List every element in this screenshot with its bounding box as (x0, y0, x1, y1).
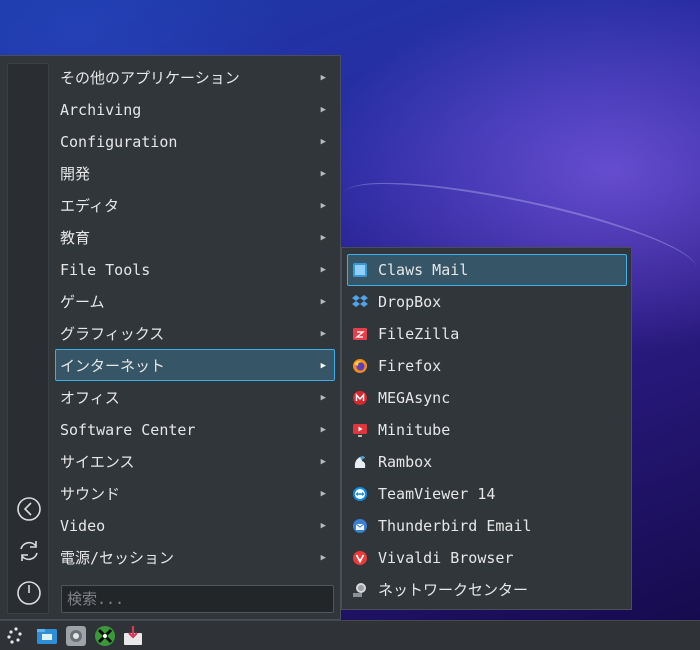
app-item-label: Vivaldi Browser (378, 549, 514, 567)
filezilla-icon (352, 326, 368, 342)
menu-item-label: インターネット (60, 357, 166, 375)
menu-item-label: 教育 (60, 229, 91, 247)
menu-item-editors[interactable]: エディタ ▶ (55, 189, 335, 221)
dropbox-icon (352, 294, 368, 310)
menu-item-video[interactable]: Video ▶ (55, 509, 335, 541)
app-item-label: ネットワークセンター (378, 581, 529, 599)
menu-item-sound[interactable]: サウンド ▶ (55, 477, 335, 509)
menu-item-power-session[interactable]: 電源/セッション ▶ (55, 541, 335, 573)
refresh-icon[interactable] (16, 538, 42, 564)
menu-item-label: 開発 (60, 165, 91, 183)
menu-item-label: Configuration (60, 133, 178, 151)
app-item-dropbox[interactable]: DropBox (347, 286, 627, 318)
minitube-icon (352, 422, 368, 438)
category-list: その他のアプリケーション ▶ Archiving ▶ Configuration ▶ … (55, 61, 335, 573)
menu-item-office[interactable]: オフィス ▶ (55, 381, 335, 413)
menu-item-other-applications[interactable]: その他のアプリケーション ▶ (55, 61, 335, 93)
menu-item-label: エディタ (60, 197, 119, 215)
menu-item-label: File Tools (60, 261, 151, 279)
chevron-right-icon: ▶ (320, 329, 326, 339)
menu-item-label: オフィス (60, 389, 120, 407)
rambox-icon (352, 454, 368, 470)
menu-item-label: サウンド (60, 485, 121, 503)
app-item-label: Claws Mail (378, 261, 469, 279)
app-item-filezilla[interactable]: FileZilla (347, 318, 627, 350)
app-item-label: DropBox (378, 293, 442, 311)
chevron-right-icon: ▶ (320, 425, 326, 435)
app-item-rambox[interactable]: Rambox (347, 446, 627, 478)
xfburn-icon[interactable] (94, 625, 116, 647)
chevron-right-icon: ▶ (320, 457, 326, 467)
menu-item-internet[interactable]: インターネット ▶ (55, 349, 335, 381)
menu-item-label: 電源/セッション (60, 549, 175, 567)
menu-item-label: Video (60, 517, 106, 535)
claws-mail-icon (352, 262, 368, 278)
chevron-right-icon: ▶ (320, 137, 326, 147)
menu-item-graphics[interactable]: グラフィックス ▶ (55, 317, 335, 349)
settings-icon[interactable] (65, 625, 87, 647)
chevron-right-icon: ▶ (320, 265, 326, 275)
network-center-icon (352, 582, 368, 598)
menu-item-science[interactable]: サイエンス ▶ (55, 445, 335, 477)
firefox-icon (352, 358, 368, 374)
menu-item-label: ゲーム (60, 293, 105, 311)
menu-sidebar (7, 63, 49, 614)
chevron-right-icon: ▶ (320, 553, 326, 563)
app-item-megasync[interactable]: MEGAsync (347, 382, 627, 414)
chevron-right-icon: ▶ (320, 393, 326, 403)
menu-item-configuration[interactable]: Configuration ▶ (55, 125, 335, 157)
file-manager-icon[interactable] (36, 625, 58, 647)
app-list: Claws Mail DropBox FileZilla Firefox MEG… (347, 254, 627, 606)
menu-item-software-center[interactable]: Software Center ▶ (55, 413, 335, 445)
app-item-label: Firefox (378, 357, 442, 375)
installer-icon[interactable] (122, 625, 144, 647)
app-item-minitube[interactable]: Minitube (347, 414, 627, 446)
app-item-label: FileZilla (378, 325, 460, 343)
menu-item-education[interactable]: 教育 ▶ (55, 221, 335, 253)
menu-item-games[interactable]: ゲーム ▶ (55, 285, 335, 317)
app-item-label: Rambox (378, 453, 433, 471)
chevron-right-icon: ▶ (320, 105, 326, 115)
teamviewer-icon (352, 486, 368, 502)
app-item-vivaldi[interactable]: Vivaldi Browser (347, 542, 627, 574)
app-item-thunderbird[interactable]: Thunderbird Email (347, 510, 627, 542)
chevron-right-icon: ▶ (320, 201, 326, 211)
search-input[interactable] (61, 585, 334, 613)
app-item-label: Minitube (378, 421, 451, 439)
thunderbird-icon (352, 518, 368, 534)
chevron-right-icon: ▶ (320, 361, 326, 371)
chevron-right-icon: ▶ (320, 489, 326, 499)
app-item-teamviewer[interactable]: TeamViewer 14 (347, 478, 627, 510)
menu-item-label: その他のアプリケーション (60, 69, 240, 87)
power-icon[interactable] (16, 580, 42, 606)
menu-item-archiving[interactable]: Archiving ▶ (55, 93, 335, 125)
app-item-claws-mail[interactable]: Claws Mail (347, 254, 627, 286)
internet-submenu: Claws Mail DropBox FileZilla Firefox MEG… (341, 247, 632, 610)
menu-item-label: Archiving (60, 101, 142, 119)
chevron-right-icon: ▶ (320, 73, 326, 83)
app-item-network-center[interactable]: ネットワークセンター (347, 574, 627, 606)
app-item-label: Thunderbird Email (378, 517, 532, 535)
chevron-right-icon: ▶ (320, 233, 326, 243)
menu-item-label: サイエンス (60, 453, 135, 471)
chevron-right-icon: ▶ (320, 297, 326, 307)
application-menu: その他のアプリケーション ▶ Archiving ▶ Configuration ▶ … (0, 55, 341, 620)
app-item-label: TeamViewer 14 (378, 485, 496, 503)
megasync-icon (352, 390, 368, 406)
app-item-firefox[interactable]: Firefox (347, 350, 627, 382)
menu-item-label: Software Center (60, 421, 196, 439)
chevron-right-icon: ▶ (320, 169, 326, 179)
taskbar (0, 620, 700, 650)
chevron-right-icon: ▶ (320, 521, 326, 531)
start-menu-icon[interactable] (4, 625, 26, 647)
menu-item-development[interactable]: 開発 ▶ (55, 157, 335, 189)
menu-item-label: グラフィックス (60, 325, 165, 343)
app-item-label: MEGAsync (378, 389, 451, 407)
vivaldi-icon (352, 550, 368, 566)
back-icon[interactable] (16, 496, 42, 522)
menu-item-file-tools[interactable]: File Tools ▶ (55, 253, 335, 285)
